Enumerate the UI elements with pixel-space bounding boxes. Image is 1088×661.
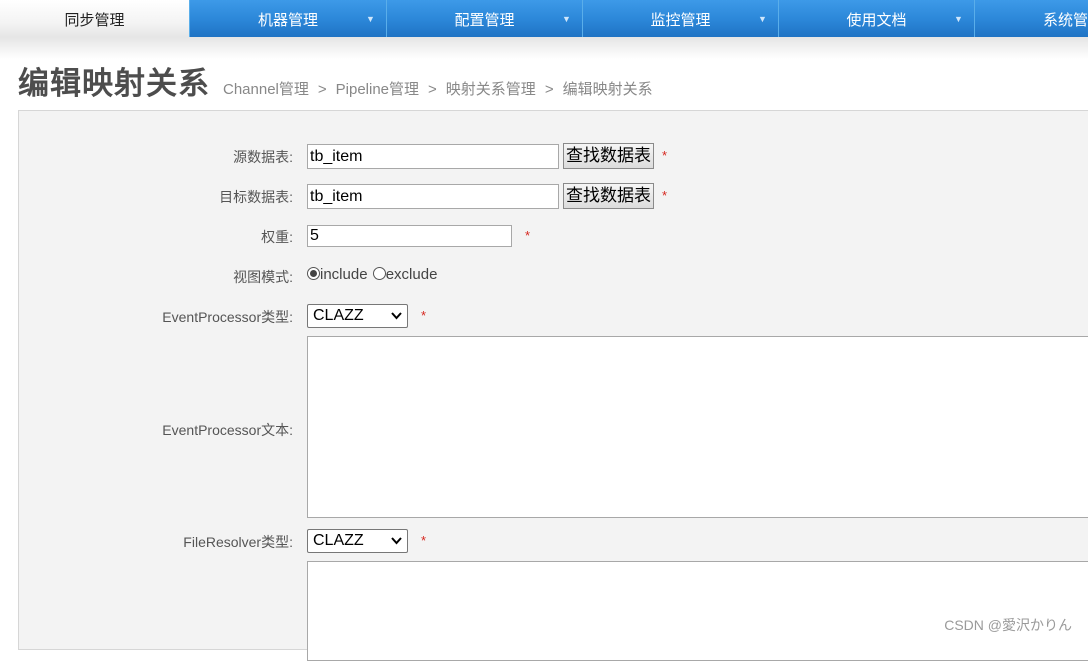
watermark: CSDN @愛沢かりん [944,617,1072,633]
source-table-input[interactable]: tb_item [307,144,559,169]
required-marker: * [421,533,427,548]
file-resolver-type-label: FileResolver类型: [183,534,293,550]
event-processor-type-label: EventProcessor类型: [162,309,293,325]
event-processor-textarea[interactable] [307,336,1088,518]
nav-item-label: 监控管理 [650,12,711,29]
view-mode-radio-group: include exclude [307,266,437,283]
nav-item-documentation[interactable]: 使用文档 ▼ [778,0,974,37]
breadcrumb-separator: > [428,81,437,98]
select-value: CLAZZ [313,307,364,324]
weight-label: 权重: [261,229,293,245]
source-table-label: 源数据表: [233,149,293,165]
caret-down-icon: ▼ [954,14,963,24]
top-nav: 同步管理 机器管理 ▼ 配置管理 ▼ 监控管理 ▼ 使用文档 ▼ 系统管 [0,0,1088,37]
nav-item-config-management[interactable]: 配置管理 ▼ [386,0,582,37]
breadcrumb-separator: > [544,81,554,98]
source-table-find-button[interactable]: 查找数据表 [563,143,654,169]
nav-item-sync-management[interactable]: 同步管理 [0,0,189,37]
required-marker: * [662,188,668,203]
view-mode-include-label[interactable]: include [320,266,368,283]
nav-item-system-management[interactable]: 系统管 [974,0,1088,37]
breadcrumb-current: 编辑映射关系 [562,81,653,98]
nav-item-label: 使用文档 [846,12,907,29]
nav-item-label: 机器管理 [257,12,318,29]
file-resolver-textarea[interactable] [307,561,1088,661]
event-processor-type-select[interactable]: CLAZZ [307,304,408,328]
view-mode-exclude-label[interactable]: exclude [386,266,438,283]
caret-down-icon: ▼ [366,14,375,24]
breadcrumb-channel[interactable]: Channel管理 [223,81,309,98]
breadcrumb-pipeline[interactable]: Pipeline管理 [336,81,419,98]
nav-item-label: 同步管理 [64,12,125,29]
view-mode-exclude-radio[interactable] [372,267,386,280]
required-marker: * [525,228,531,243]
required-marker: * [662,148,668,163]
nav-item-monitor-management[interactable]: 监控管理 ▼ [582,0,778,37]
required-marker: * [421,308,427,323]
view-mode-label: 视图模式: [233,269,293,285]
nav-shadow [0,37,1088,59]
nav-item-machine-management[interactable]: 机器管理 ▼ [189,0,386,37]
breadcrumb-mapping[interactable]: 映射关系管理 [446,81,536,98]
caret-down-icon: ▼ [562,14,571,24]
file-resolver-type-select[interactable]: CLAZZ [307,529,408,553]
page-title: 编辑映射关系 [18,66,210,101]
chevron-down-icon [391,305,402,335]
nav-item-label: 系统管 [1043,12,1088,29]
target-table-label: 目标数据表: [219,189,293,205]
weight-input[interactable]: 5 [307,225,512,247]
breadcrumb: Channel管理 > Pipeline管理 > 映射关系管理 > 编辑映射关系 [223,78,653,99]
nav-item-label: 配置管理 [454,12,515,29]
select-value: CLAZZ [313,532,364,549]
view-mode-include-radio[interactable] [307,267,320,280]
chevron-down-icon [391,530,402,560]
caret-down-icon: ▼ [758,14,767,24]
breadcrumb-separator: > [317,81,327,98]
event-processor-text-label: EventProcessor文本: [162,422,293,438]
target-table-find-button[interactable]: 查找数据表 [563,183,654,209]
target-table-input[interactable]: tb_item [307,184,559,209]
